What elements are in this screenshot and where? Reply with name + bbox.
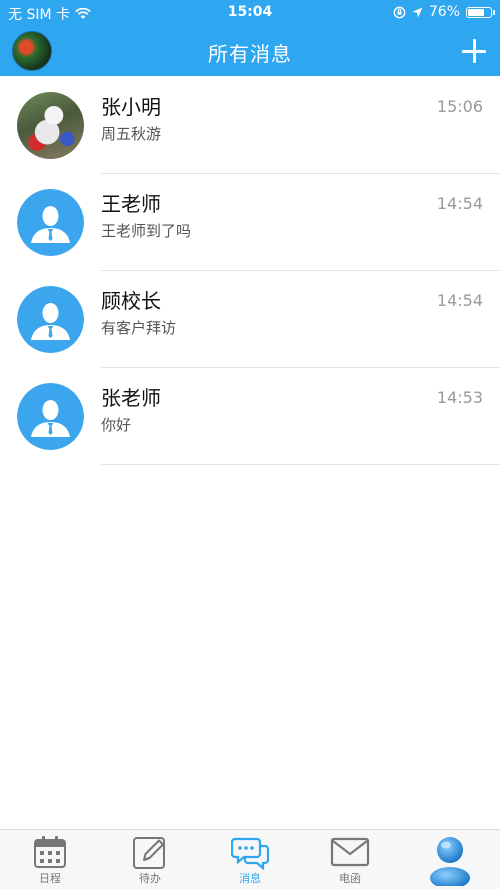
message-preview: 有客户拜访 <box>101 319 177 337</box>
message-row[interactable]: 顾校长 有客户拜访 14:54 <box>0 271 500 368</box>
status-bar: 无 SIM 卡 15:04 76% <box>0 0 500 26</box>
message-preview: 王老师到了吗 <box>101 222 192 240</box>
mail-icon <box>330 837 370 867</box>
tab-label: 待办 <box>139 872 161 885</box>
page-title: 所有消息 <box>208 42 292 66</box>
tab-label: 消息 <box>239 872 261 885</box>
edit-icon <box>133 837 165 869</box>
row-divider <box>101 464 500 465</box>
location-arrow-icon <box>412 7 423 17</box>
message-list: 张小明 周五秋游 15:06 王老师 王老师到了吗 14:54 顾校长 有客户拜… <box>0 77 500 465</box>
battery-fill <box>468 8 485 16</box>
profile-person-icon <box>430 837 470 886</box>
contact-name: 张老师 <box>101 386 161 410</box>
default-person-icon <box>17 189 84 256</box>
default-person-icon <box>17 286 84 353</box>
rotation-lock-icon <box>393 6 406 18</box>
tab-label: 电函 <box>339 872 361 885</box>
add-button[interactable] <box>460 37 488 65</box>
message-preview: 你好 <box>101 416 132 434</box>
tab-messages[interactable]: 消息 <box>200 830 300 889</box>
message-row[interactable]: 张老师 你好 14:53 <box>0 368 500 465</box>
message-time: 14:53 <box>436 388 483 407</box>
status-right-group: 76% <box>393 4 495 20</box>
message-row[interactable]: 王老师 王老师到了吗 14:54 <box>0 174 500 271</box>
chat-bubbles-icon <box>231 837 269 871</box>
calendar-icon <box>34 836 66 868</box>
page: 无 SIM 卡 15:04 76% 所有消息 张小明 周五秋游 15:06 王老… <box>0 0 500 889</box>
contact-name: 张小明 <box>101 95 161 119</box>
message-time: 14:54 <box>436 194 483 213</box>
tab-label: 日程 <box>39 872 61 885</box>
contact-photo-avatar <box>17 92 84 159</box>
battery-percent: 76% <box>428 4 460 20</box>
contact-name: 王老师 <box>101 192 161 216</box>
message-time: 15:06 <box>436 97 483 116</box>
tab-schedule[interactable]: 日程 <box>0 830 100 889</box>
tab-bar: 日程 待办 消息 电函 <box>0 829 500 889</box>
message-time: 14:54 <box>436 291 483 310</box>
battery-icon <box>466 6 495 18</box>
photo-image <box>17 92 84 159</box>
nav-bar: 所有消息 <box>0 26 500 76</box>
message-row[interactable]: 张小明 周五秋游 15:06 <box>0 77 500 174</box>
tab-mail[interactable]: 电函 <box>300 830 400 889</box>
message-preview: 周五秋游 <box>101 125 162 143</box>
tab-todo[interactable]: 待办 <box>100 830 200 889</box>
tab-profile[interactable] <box>400 830 500 889</box>
contact-name: 顾校长 <box>101 289 161 313</box>
default-person-icon <box>17 383 84 450</box>
